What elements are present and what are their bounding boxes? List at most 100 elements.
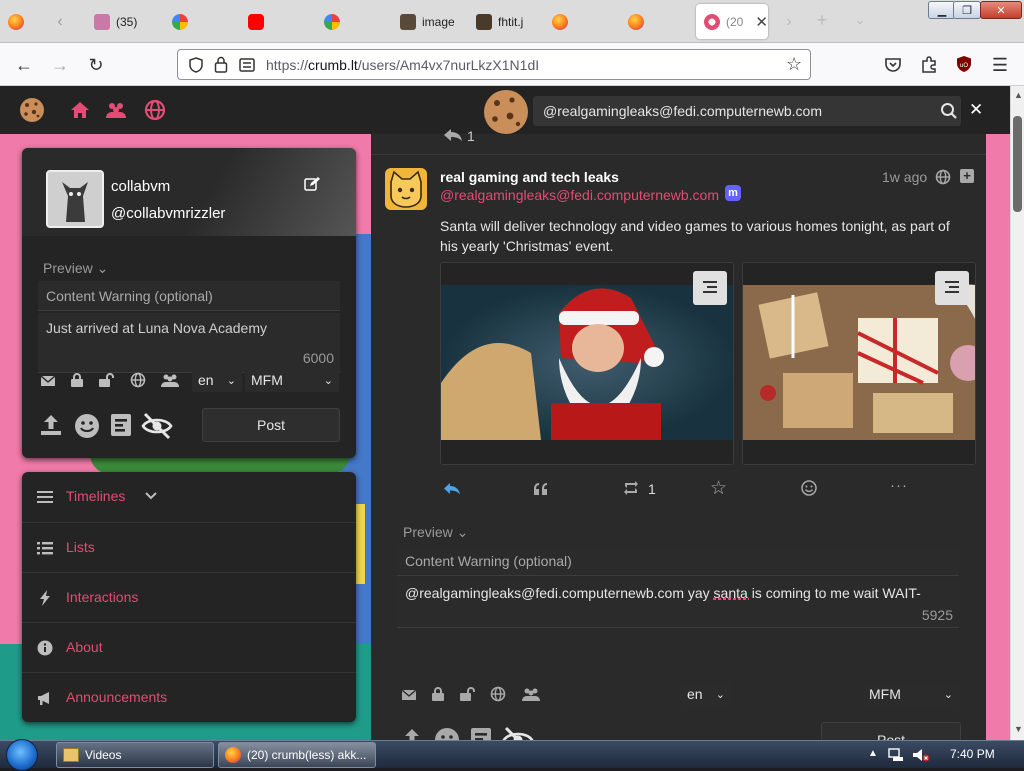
tab-scroll-left-icon[interactable]: ‹ [50,12,70,32]
home-icon[interactable] [68,98,92,122]
new-tab-button[interactable]: + [812,10,832,30]
globe-icon[interactable] [143,98,167,122]
close-search-button[interactable]: ✕ [969,100,983,120]
envelope-icon[interactable] [40,374,56,388]
list-tabs-icon[interactable]: ⌄ [850,10,870,30]
lock-icon[interactable] [70,372,84,388]
tab-3[interactable] [172,4,212,39]
close-tab-icon[interactable]: ✕ [755,13,768,31]
taskbar-clock[interactable]: 7:40 PM [950,747,995,761]
tab-4[interactable] [248,4,288,39]
taskbar-item-videos[interactable]: Videos [56,742,214,768]
star-icon[interactable]: ☆ [710,477,727,500]
emoji-icon[interactable] [434,727,460,740]
restore-window-button[interactable]: ❐ [953,1,981,19]
cookie-logo-icon[interactable] [18,96,46,124]
post-image-1[interactable] [440,262,734,465]
format-select[interactable]: MFM ⌄ [245,368,339,392]
reply-icon[interactable] [443,482,461,496]
reply-icon[interactable] [443,128,463,142]
reply-textarea[interactable]: @realgamingleaks@fedi.computernewb.com y… [397,578,959,628]
emoji-icon[interactable] [74,413,100,439]
nav-item-timelines[interactable]: Timelines [22,472,356,522]
author-handle[interactable]: @realgamingleaks@fedi.computernewb.com [440,187,719,203]
edit-profile-icon[interactable] [304,176,320,192]
author-name[interactable]: real gaming and tech leaks [440,169,619,185]
scroll-up-icon[interactable]: ▲ [1014,90,1023,100]
network-icon[interactable] [888,747,904,763]
poll-icon[interactable] [110,413,132,437]
scroll-down-icon[interactable]: ▼ [1014,724,1023,734]
lock-icon[interactable] [431,686,445,702]
permissions-icon[interactable] [238,56,256,74]
scrollbar-thumb[interactable] [1013,116,1022,212]
preview-toggle[interactable]: Preview ⌄ [43,260,108,277]
tab-8[interactable] [552,4,582,39]
ublock-icon[interactable]: uO [955,55,973,73]
poll-icon[interactable] [470,727,492,740]
boost-icon[interactable] [622,480,640,496]
alt-text-button[interactable] [935,271,969,305]
globe-icon[interactable] [490,686,506,702]
menu-icon[interactable]: ☰ [990,55,1010,75]
tab-7[interactable]: fhtit.j [476,4,536,39]
post-button[interactable]: Post [202,408,340,442]
envelope-icon[interactable] [401,688,417,702]
reply-language-select[interactable]: en ⌄ [681,682,731,706]
language-select[interactable]: en ⌄ [192,368,242,392]
volume-muted-icon[interactable] [912,747,930,763]
address-bar[interactable]: https://crumb.lt/users/Am4vx7nurLkzX1N1d… [177,49,811,80]
chevron-down-icon[interactable] [144,491,158,501]
extensions-icon[interactable] [920,55,938,73]
show-hidden-icons[interactable]: ▲ [868,748,878,759]
quote-icon[interactable] [533,482,549,496]
minimize-window-button[interactable]: ▁ [928,1,956,19]
tab-9[interactable] [628,4,658,39]
search-input[interactable]: @realgamingleaks@fedi.computernewb.com [533,96,961,126]
tab-2[interactable]: (35) [94,4,154,39]
compose-textarea[interactable]: Just arrived at Luna Nova Academy 6000 [38,313,340,373]
tab-5[interactable] [324,4,364,39]
search-icon[interactable] [940,102,958,120]
nav-item-about[interactable]: About [22,622,356,672]
globe-icon[interactable] [130,372,146,388]
post-time[interactable]: 1w ago [882,169,927,185]
unlock-icon[interactable] [459,686,475,702]
tab-1[interactable] [8,4,34,39]
bookmark-star-icon[interactable]: ☆ [786,54,802,75]
expand-icon[interactable]: + [960,169,974,183]
upload-icon[interactable] [399,726,425,740]
avatar[interactable] [46,170,104,228]
nav-item-lists[interactable]: Lists [22,522,356,572]
users-icon[interactable] [521,686,541,702]
users-icon[interactable] [160,372,180,388]
reply-content-warning-input[interactable]: Content Warning (optional) [397,546,959,576]
more-icon[interactable]: ··· [890,477,908,494]
users-icon[interactable] [104,98,128,122]
alt-text-button[interactable] [693,271,727,305]
post-image-2[interactable] [742,262,976,465]
back-icon[interactable]: ← [14,55,34,75]
content-warning-input[interactable]: Content Warning (optional) [38,281,340,311]
tab-active[interactable]: (20 ✕ [696,4,768,39]
eye-slash-icon[interactable] [140,411,174,441]
unlock-icon[interactable] [98,372,114,388]
reply-post-button[interactable]: Post [821,722,961,740]
taskbar-item-firefox[interactable]: (20) crumb(less) akk... [218,742,376,768]
close-window-button[interactable]: ✕ [980,1,1022,19]
nav-item-announcements[interactable]: Announcements [22,672,356,722]
eye-slash-icon[interactable] [501,725,535,740]
author-avatar[interactable] [385,168,427,210]
reply-format-select[interactable]: MFM ⌄ [863,682,959,706]
lock-icon[interactable] [214,56,228,73]
reload-icon[interactable]: ↻ [86,55,106,75]
shield-icon[interactable] [188,57,204,73]
start-button[interactable] [6,739,38,771]
tab-6[interactable]: image [400,4,456,39]
tab-scroll-right-icon[interactable]: › [779,12,799,32]
preview-toggle[interactable]: Preview ⌄ [403,524,468,541]
emoji-react-icon[interactable] [801,480,817,496]
upload-icon[interactable] [38,412,64,438]
pocket-icon[interactable] [884,56,902,74]
nav-item-interactions[interactable]: Interactions [22,572,356,622]
